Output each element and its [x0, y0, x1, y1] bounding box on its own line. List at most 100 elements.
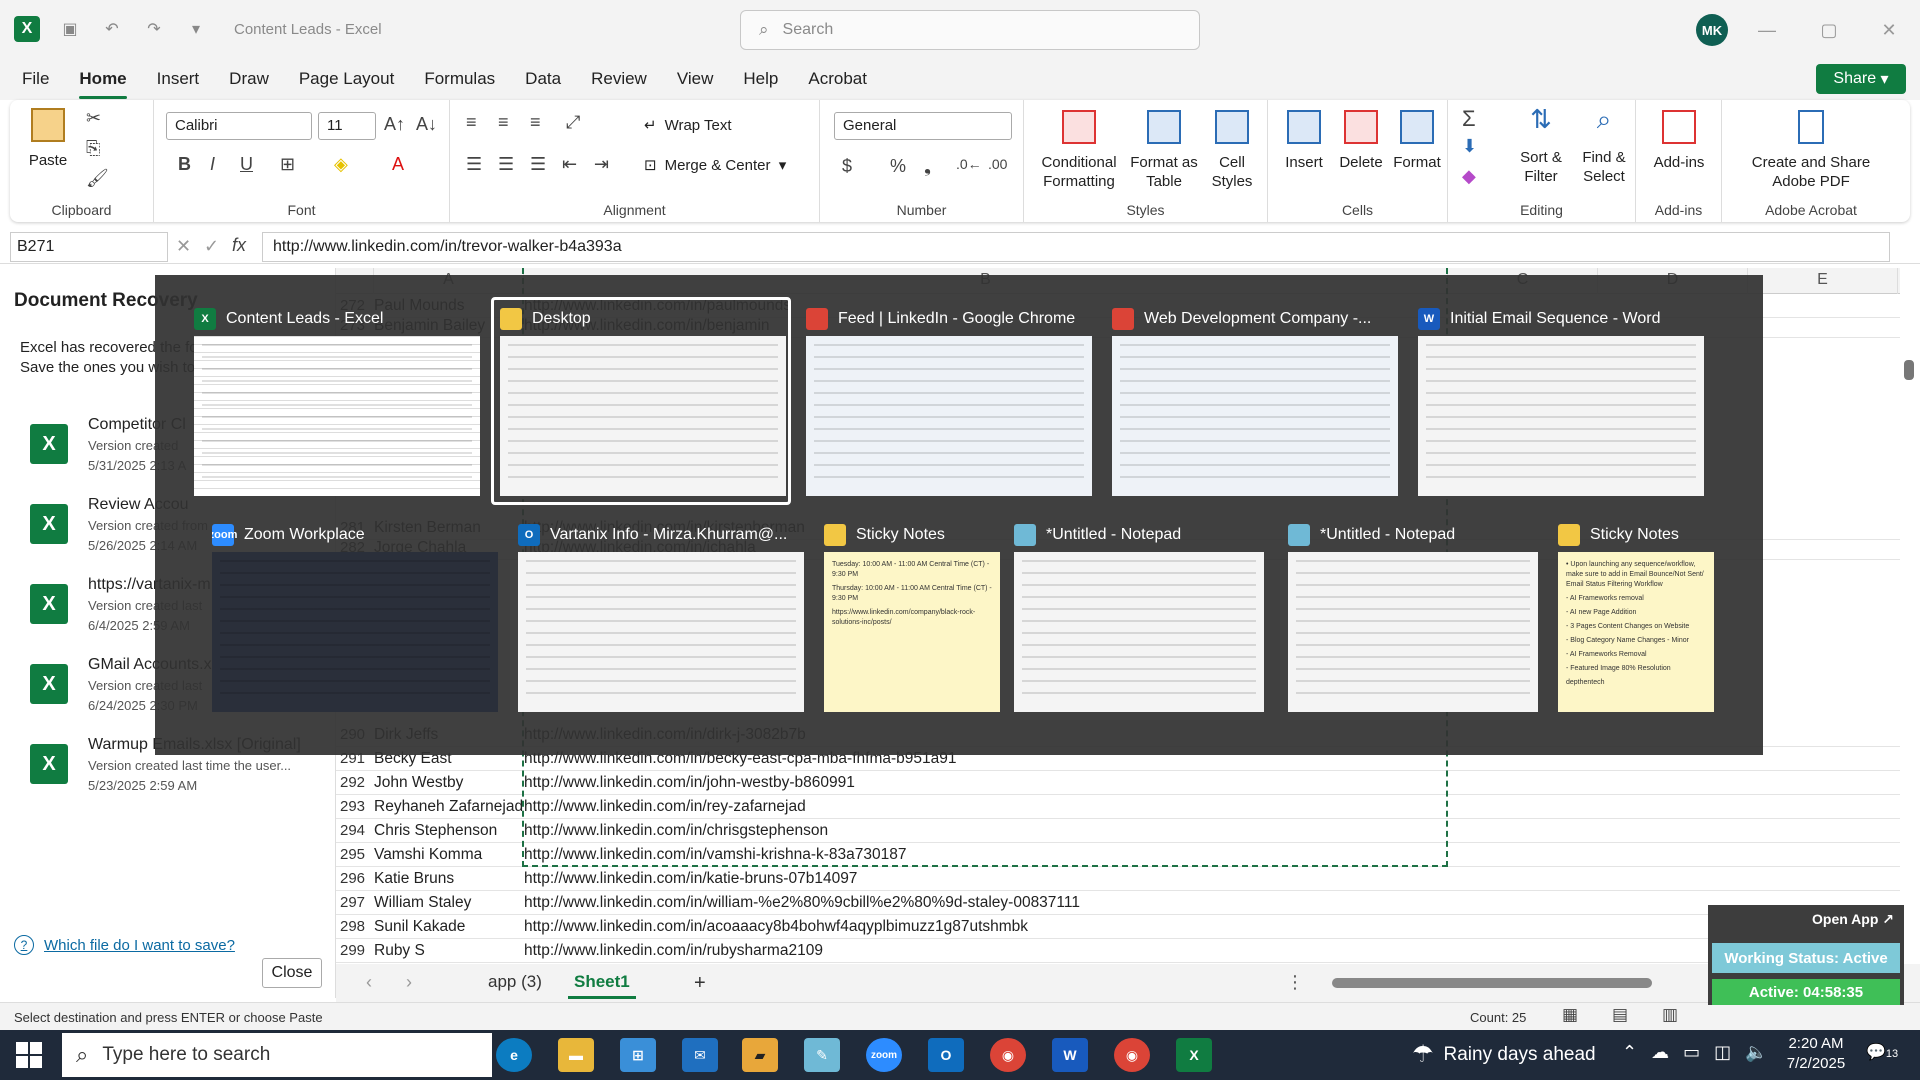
notification-button[interactable]: 💬13	[1866, 1042, 1898, 1062]
excel-taskbar-icon[interactable]: X	[1176, 1038, 1212, 1072]
chrome-profile-icon[interactable]: ◉	[1114, 1038, 1150, 1072]
row-number[interactable]: 296	[340, 870, 374, 887]
formula-input[interactable]: http://www.linkedin.com/in/trevor-walker…	[262, 232, 1890, 262]
search-input[interactable]: ⌕ Search	[740, 10, 1200, 50]
page-break-view-icon[interactable]: ▥	[1662, 1005, 1678, 1025]
borders-icon[interactable]: ⊞	[280, 154, 295, 175]
task-switcher-item[interactable]: zoom Zoom Workplace	[203, 513, 503, 721]
taskbar-search-input[interactable]: ⌕ Type here to search	[62, 1033, 492, 1077]
row-number[interactable]: 293	[340, 798, 374, 815]
row-number[interactable]: 297	[340, 894, 374, 911]
font-color-icon[interactable]: A	[392, 154, 404, 175]
row-number[interactable]: 292	[340, 774, 374, 791]
insert-cells-button[interactable]: Insert	[1278, 110, 1330, 172]
cell-name[interactable]: Sunil Kakade	[374, 918, 524, 936]
volume-icon[interactable]: 🔈	[1745, 1042, 1781, 1062]
cut-icon[interactable]: ✂	[86, 108, 101, 129]
increase-indent-icon[interactable]: ⇥	[594, 154, 609, 175]
percent-button[interactable]: %	[890, 156, 906, 177]
cell-url[interactable]: http://www.linkedin.com/in/rubysharma210…	[524, 942, 823, 960]
weather-widget[interactable]: ☂ Rainy days ahead	[1412, 1040, 1596, 1069]
decrease-decimal-icon[interactable]: .00	[988, 156, 1007, 172]
sheet-tab-sheet1[interactable]: Sheet1	[568, 968, 636, 999]
page-layout-view-icon[interactable]: ▤	[1612, 1005, 1628, 1025]
sheet-tab-app3[interactable]: app (3)	[482, 968, 548, 996]
cell-name[interactable]: Chris Stephenson	[374, 822, 524, 840]
tab-view[interactable]: View	[669, 63, 722, 95]
table-row[interactable]: 299 Ruby Shttp://www.linkedin.com/in/ruby…	[336, 939, 1900, 963]
font-name-select[interactable]: Calibri	[166, 112, 312, 140]
normal-view-icon[interactable]: ▦	[1562, 1005, 1578, 1025]
tab-draw[interactable]: Draw	[221, 63, 277, 95]
notepad-icon[interactable]: ✎	[804, 1038, 840, 1072]
undo-icon[interactable]: ↶	[100, 17, 124, 41]
format-cells-button[interactable]: Format	[1390, 110, 1444, 172]
decrease-indent-icon[interactable]: ⇤	[562, 154, 577, 175]
table-row[interactable]: 295 Vamshi Komma http://www.linkedin.com/i…	[336, 843, 1900, 867]
redo-icon[interactable]: ↷	[142, 17, 166, 41]
align-center-icon[interactable]: ☰	[498, 154, 514, 175]
format-as-table-button[interactable]: Format as Table	[1128, 110, 1200, 191]
more-options-icon[interactable]: ⋮	[1286, 972, 1304, 993]
cell-name[interactable]: Katie Bruns	[374, 870, 524, 888]
table-row[interactable]: 292 John Westby http://www.linkedin.com/in…	[336, 771, 1900, 795]
align-right-icon[interactable]: ☰	[530, 154, 546, 175]
maximize-icon[interactable]: ▢	[1814, 16, 1844, 44]
edge-icon[interactable]: e	[496, 1038, 532, 1072]
close-button[interactable]: Close	[262, 958, 322, 988]
save-icon[interactable]: ▣	[58, 17, 82, 41]
chevron-up-icon[interactable]: ⌃	[1622, 1042, 1651, 1062]
comma-style-icon[interactable]: ❟	[924, 156, 931, 177]
tab-page-layout[interactable]: Page Layout	[291, 63, 402, 95]
store-icon[interactable]: ⊞	[620, 1038, 656, 1072]
cell-url[interactable]: http://www.linkedin.com/in/john-westby-b…	[524, 774, 855, 792]
cell-name[interactable]: William Staley	[374, 894, 524, 912]
underline-button[interactable]: U	[240, 154, 253, 175]
tab-insert[interactable]: Insert	[149, 63, 208, 95]
clear-icon[interactable]: ◆	[1462, 166, 1476, 187]
tab-help[interactable]: Help	[735, 63, 786, 95]
cell-url[interactable]: http://www.linkedin.com/in/chrisgstephen…	[524, 822, 828, 840]
addins-button[interactable]: Add-ins	[1646, 110, 1712, 172]
chrome-icon[interactable]: ◉	[990, 1038, 1026, 1072]
task-switcher-item[interactable]: Sticky Notes Tuesday: 10:00 AM - 11:00 AM…	[815, 513, 1005, 721]
autosum-icon[interactable]: Σ	[1462, 106, 1476, 132]
table-row[interactable]: 298 Sunil Kakade http://www.linkedin.com/i…	[336, 915, 1900, 939]
align-middle-icon[interactable]: ≡	[498, 112, 509, 133]
cancel-icon[interactable]: ✕	[176, 236, 191, 257]
next-sheet-icon[interactable]: ›	[406, 972, 412, 993]
increase-font-icon[interactable]: A↑	[384, 114, 405, 135]
file-explorer-icon[interactable]: ▬	[558, 1038, 594, 1072]
row-number[interactable]: 295	[340, 846, 374, 863]
horizontal-scroll-thumb[interactable]	[1332, 978, 1652, 988]
increase-decimal-icon[interactable]: .0←	[956, 156, 982, 172]
cell-url[interactable]: http://www.linkedin.com/in/rey-zafarneja…	[524, 798, 806, 816]
mail-icon[interactable]: ✉	[682, 1038, 718, 1072]
insert-function-icon[interactable]: fx	[232, 235, 246, 256]
task-switcher-item[interactable]: O Vartanix Info - Mirza.Khurram@...	[509, 513, 809, 721]
table-row[interactable]: 297 William Staley http://www.linkedin.com…	[336, 891, 1900, 915]
cell-name[interactable]: Ruby S	[374, 942, 524, 960]
cell-url[interactable]: http://www.linkedin.com/in/acoaaacy8b4bo…	[524, 918, 1028, 936]
delete-cells-button[interactable]: Delete	[1334, 110, 1388, 172]
row-number[interactable]: 299	[340, 942, 374, 959]
cell-name[interactable]: Reyhaneh Zafarnejad	[374, 798, 524, 816]
open-app-button[interactable]: Open App ↗	[1812, 911, 1894, 928]
task-switcher-item[interactable]: *Untitled - Notepad	[1279, 513, 1543, 721]
number-format-select[interactable]: General	[834, 112, 1012, 140]
task-switcher-item[interactable]: W Initial Email Sequence - Word	[1409, 297, 1709, 505]
cell-name[interactable]: Vamshi Komma	[374, 846, 524, 864]
minimize-icon[interactable]: —	[1752, 16, 1782, 44]
cell-styles-button[interactable]: Cell Styles	[1204, 110, 1260, 191]
task-view-icon[interactable]: ▥	[432, 1038, 468, 1072]
battery-icon[interactable]: ▭	[1683, 1042, 1714, 1062]
task-switcher-item[interactable]: Feed | LinkedIn - Google Chrome	[797, 297, 1097, 505]
fill-icon[interactable]: ⬇	[1462, 136, 1477, 157]
table-row[interactable]: 296 Katie Bruns http://www.linkedin.com/in…	[336, 867, 1900, 891]
table-row[interactable]: 293 Reyhaneh Zafarnejad http://www.linkedi…	[336, 795, 1900, 819]
font-size-select[interactable]: 11	[318, 112, 376, 140]
task-switcher-item[interactable]: *Untitled - Notepad	[1005, 513, 1269, 721]
tab-acrobat[interactable]: Acrobat	[800, 63, 875, 95]
clock[interactable]: 2:20 AM 7/2/2025	[1778, 1034, 1854, 1074]
task-switcher-item[interactable]: Desktop	[491, 297, 791, 505]
